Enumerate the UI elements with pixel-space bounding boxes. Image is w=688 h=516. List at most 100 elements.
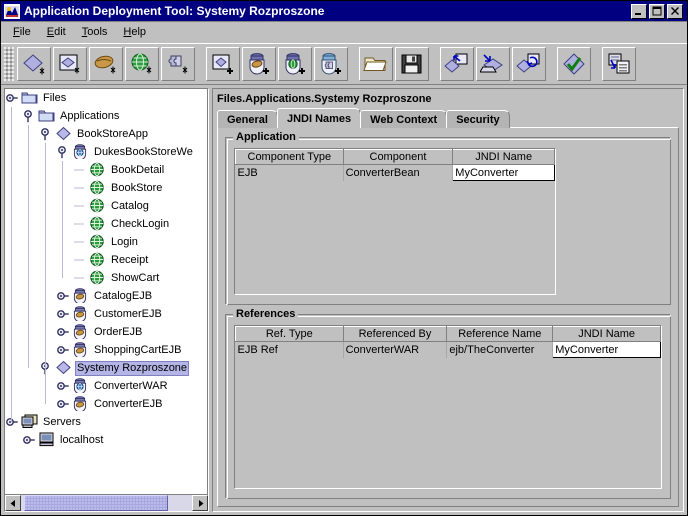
verify-check-icon[interactable] (557, 47, 591, 81)
maximize-button[interactable] (649, 3, 665, 19)
new-web-app-icon[interactable] (125, 47, 159, 81)
tree-horizontal-scrollbar[interactable] (5, 494, 208, 511)
table-cell[interactable]: ConverterWAR (343, 341, 448, 358)
new-ejb-icon[interactable] (89, 47, 123, 81)
scrollbar-thumb[interactable] (24, 495, 169, 511)
add-client-jar-icon[interactable] (314, 47, 348, 81)
table-row[interactable]: EJB Ref ConverterWAR ejb/TheConverter MyCon… (235, 341, 661, 358)
minimize-button[interactable] (631, 3, 647, 19)
tree-node-dukesbookstorewe[interactable]: DukesBookStoreWe (5, 143, 207, 161)
tree-collapse-handle-icon[interactable] (56, 395, 72, 413)
scroll-left-arrow-icon[interactable] (5, 495, 21, 511)
tree-node-bookstore[interactable]: BookStore (5, 179, 207, 197)
tree-node-label: Receipt (111, 253, 149, 266)
scrollbar-track[interactable] (21, 495, 192, 511)
tree-node-catalogejb[interactable]: CatalogEJB (5, 287, 207, 305)
tree-node-login[interactable]: Login (5, 233, 207, 251)
tree-expand-handle-icon[interactable] (39, 359, 55, 377)
tree-node-label: BookStoreApp (77, 127, 148, 140)
tree-node-orderejb[interactable]: OrderEJB (5, 323, 207, 341)
table-cell[interactable]: ConverterBean (343, 164, 454, 181)
tree-collapse-handle-icon[interactable] (56, 377, 72, 395)
tree-collapse-handle-icon[interactable] (5, 89, 21, 107)
ejb-icon (72, 324, 90, 341)
application-table[interactable]: Component Type Component JNDI Name EJB Conve… (235, 149, 555, 181)
tree-node-receipt[interactable]: Receipt (5, 251, 207, 269)
globe-icon (89, 252, 107, 268)
redeploy-icon[interactable] (512, 47, 546, 81)
table-cell-editing[interactable]: MyConverter (552, 341, 661, 358)
tree-collapse-handle-icon[interactable] (56, 305, 72, 323)
generate-sql-icon[interactable] (602, 47, 636, 81)
tree-node-label: ShoppingCartEJB (94, 343, 182, 356)
menu-item-help[interactable]: Help (115, 24, 154, 40)
add-web-war-icon[interactable] (278, 47, 312, 81)
tree-node-applications[interactable]: Applications (5, 107, 207, 125)
menu-item-tools[interactable]: Tools (74, 24, 116, 40)
application-table-container[interactable]: Component Type Component JNDI Name EJB Conve… (234, 148, 556, 295)
table-cell[interactable]: ejb/TheConverter (446, 341, 554, 358)
menu-item-file[interactable]: File (5, 24, 39, 40)
column-header[interactable]: Component Type (235, 149, 344, 165)
menu-item-edit[interactable]: Edit (39, 24, 74, 40)
navigation-tree[interactable]: Files Applications BookStoreApp DukesBookSt… (5, 89, 208, 494)
tab-jndi-names[interactable]: JNDI Names (276, 108, 362, 128)
column-header[interactable]: Referenced By (342, 326, 448, 342)
tree-node-checklogin[interactable]: CheckLogin (5, 215, 207, 233)
references-group: References Ref. Type Referenced By Referen… (225, 308, 671, 499)
tree-node-systemy-rozproszone[interactable]: Systemy Rozproszone (5, 359, 207, 377)
tree-collapse-handle-icon[interactable] (56, 341, 72, 359)
column-header[interactable]: Component (342, 149, 454, 165)
tree-node-label: ShowCart (111, 271, 160, 284)
window-title: Application Deployment Tool: Systemy Roz… (24, 4, 325, 18)
new-web-component-icon[interactable] (53, 47, 87, 81)
tree-expand-handle-icon[interactable] (56, 143, 72, 161)
tree-node-converterwar[interactable]: ConverterWAR (5, 377, 207, 395)
tree-node-localhost[interactable]: localhost (5, 431, 207, 449)
column-header[interactable]: Ref. Type (235, 326, 344, 342)
tree-node-servers[interactable]: Servers (5, 413, 207, 431)
tree-collapse-handle-icon[interactable] (56, 287, 72, 305)
tree-node-converterejb[interactable]: ConverterEJB (5, 395, 207, 413)
tree-expand-handle-icon[interactable] (22, 107, 38, 125)
column-header[interactable]: JNDI Name (452, 149, 555, 165)
add-application-icon[interactable] (206, 47, 240, 81)
undeploy-icon[interactable] (476, 47, 510, 81)
table-row[interactable]: EJB ConverterBean MyConverter (235, 164, 555, 181)
tree-connector-line (62, 161, 63, 278)
table-cell[interactable]: EJB (235, 164, 344, 181)
tab-general[interactable]: General (217, 110, 278, 128)
new-app-client-icon[interactable] (161, 47, 195, 81)
references-table[interactable]: Ref. Type Referenced By Reference Name JNDI… (235, 326, 661, 358)
title-bar[interactable]: Application Deployment Tool: Systemy Roz… (1, 1, 687, 22)
column-header[interactable]: Reference Name (446, 326, 554, 342)
deploy-icon[interactable] (440, 47, 474, 81)
tree-collapse-handle-icon[interactable] (56, 323, 72, 341)
new-application-icon[interactable] (17, 47, 51, 81)
tree-node-bookdetail[interactable]: BookDetail (5, 161, 207, 179)
tree-node-files[interactable]: Files (5, 89, 207, 107)
tree-node-customerejb[interactable]: CustomerEJB (5, 305, 207, 323)
open-folder-icon[interactable] (359, 47, 393, 81)
table-cell-editing[interactable]: MyConverter (452, 164, 555, 181)
tree-node-label: ConverterWAR (94, 379, 168, 392)
tree-node-bookstoreapp[interactable]: BookStoreApp (5, 125, 207, 143)
add-ejb-jar-icon[interactable] (242, 47, 276, 81)
globe-icon (89, 270, 107, 286)
close-button[interactable] (667, 3, 683, 19)
tab-security[interactable]: Security (446, 110, 510, 128)
table-cell[interactable]: EJB Ref (235, 341, 344, 358)
toolbar-drag-handle[interactable] (4, 47, 14, 81)
scroll-right-arrow-icon[interactable] (192, 495, 208, 511)
column-header[interactable]: JNDI Name (552, 326, 661, 342)
tree-expand-handle-icon[interactable] (39, 125, 55, 143)
tree-node-shoppingcartejb[interactable]: ShoppingCartEJB (5, 341, 207, 359)
save-floppy-icon[interactable] (395, 47, 429, 81)
tree-node-catalog[interactable]: Catalog (5, 197, 207, 215)
tab-web-context[interactable]: Web Context (360, 110, 448, 128)
war-icon (72, 378, 90, 395)
tree-node-showcart[interactable]: ShowCart (5, 269, 207, 287)
tree-collapse-handle-icon[interactable] (22, 431, 38, 449)
references-table-container[interactable]: Ref. Type Referenced By Reference Name JNDI… (234, 325, 662, 489)
tree-collapse-handle-icon[interactable] (5, 413, 21, 431)
